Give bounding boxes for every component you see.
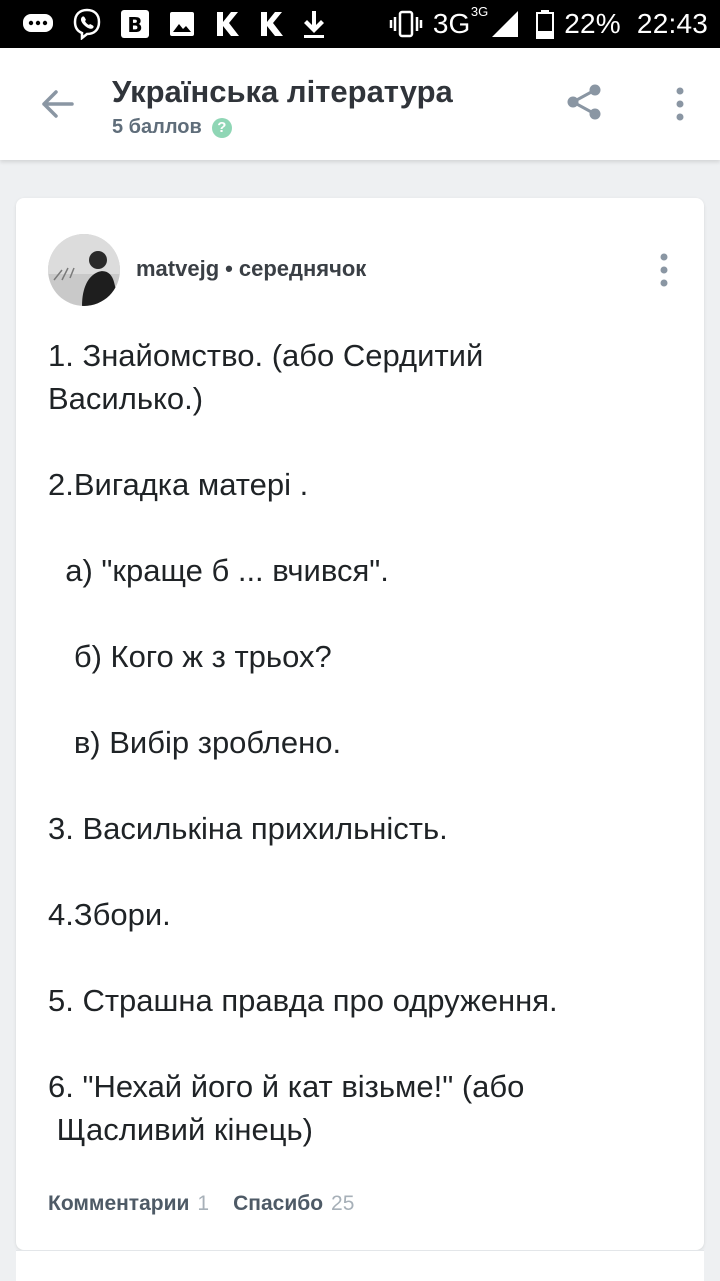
k-app-icon [258, 10, 284, 38]
viber-icon [72, 8, 102, 40]
answer-line [48, 678, 678, 721]
avatar-image [48, 234, 120, 306]
answer-line: б) Кого ж з трьох? [48, 639, 332, 674]
more-vert-icon [676, 87, 684, 121]
comments-button[interactable]: Комментарии [48, 1192, 189, 1216]
share-button[interactable] [562, 80, 606, 124]
image-icon [168, 10, 196, 38]
answer-line: в) Вибір зроблено. [48, 725, 342, 760]
clock: 22:43 [636, 8, 708, 39]
system-status: 3G 3G 22% 22:43 [389, 4, 708, 40]
separator-dot: • [225, 256, 233, 281]
message-icon [22, 12, 54, 36]
answer-line: 6. "Нехай його й кат візьме!" (або [48, 1069, 525, 1104]
answer-line [48, 936, 678, 979]
points-label: 5 баллов [112, 116, 202, 138]
b-app-icon: B [120, 9, 150, 39]
author-line: matvejg • середнячок [136, 256, 366, 282]
answer-line: 4.Збори. [48, 897, 171, 932]
subtitle: 5 баллов ? [112, 116, 232, 139]
answer-line: 1. Знайомство. (або Сердитий [48, 338, 484, 373]
more-menu-button[interactable] [666, 84, 694, 124]
battery-percent: 22% [564, 8, 621, 39]
vibrate-icon [389, 9, 423, 39]
answer-line: а) "краще б ... вчився". [48, 553, 389, 588]
next-card-edge [16, 1250, 704, 1281]
network-sup: 3G [470, 4, 489, 19]
answer-line [48, 764, 678, 807]
answer-footer: Комментарии 1 Спасибо 25 [48, 1192, 354, 1216]
answer-line: 3. Василькіна прихильність. [48, 811, 448, 846]
username[interactable]: matvejg [136, 256, 219, 282]
answer-card: matvejg • середнячок 1. Знайомство. (або… [16, 198, 704, 1250]
answer-line [48, 592, 678, 635]
answer-menu-button[interactable] [652, 250, 676, 290]
back-button[interactable] [36, 84, 76, 124]
answer-line: Щасливий кінець) [48, 1112, 313, 1147]
answer-line [48, 420, 678, 463]
answer-text: 1. Знайомство. (або Сердитий Василько.) … [48, 334, 678, 1151]
answer-line [48, 506, 678, 549]
svg-text:B: B [127, 13, 142, 37]
help-icon[interactable]: ? [211, 117, 232, 138]
download-icon [302, 9, 326, 39]
answer-line [48, 1022, 678, 1065]
notification-icons: B [22, 8, 389, 40]
network-type: 3G 3G [432, 4, 489, 39]
thanks-count: 25 [331, 1192, 355, 1215]
status-bar: B 3G 3G 22% 22:43 [0, 0, 720, 48]
more-vert-icon [660, 253, 668, 287]
user-rank: середнячок [238, 256, 367, 281]
answer-line [48, 850, 678, 893]
share-icon [567, 84, 601, 120]
app-bar: Українська література 5 баллов ? [0, 48, 720, 160]
thanks-button[interactable]: Спасибо [233, 1192, 323, 1216]
page-title: Українська література [112, 74, 453, 109]
signal-icon [490, 9, 520, 39]
k-app-icon [214, 10, 240, 38]
answer-line: 2.Вигадка матері . [48, 467, 309, 502]
comments-count: 1 [197, 1192, 210, 1215]
battery-icon [536, 9, 555, 39]
answer-line: 5. Страшна правда про одруження. [48, 983, 558, 1018]
answer-line: Василько.) [48, 381, 204, 416]
back-arrow-icon [42, 90, 74, 118]
avatar[interactable] [48, 234, 120, 306]
